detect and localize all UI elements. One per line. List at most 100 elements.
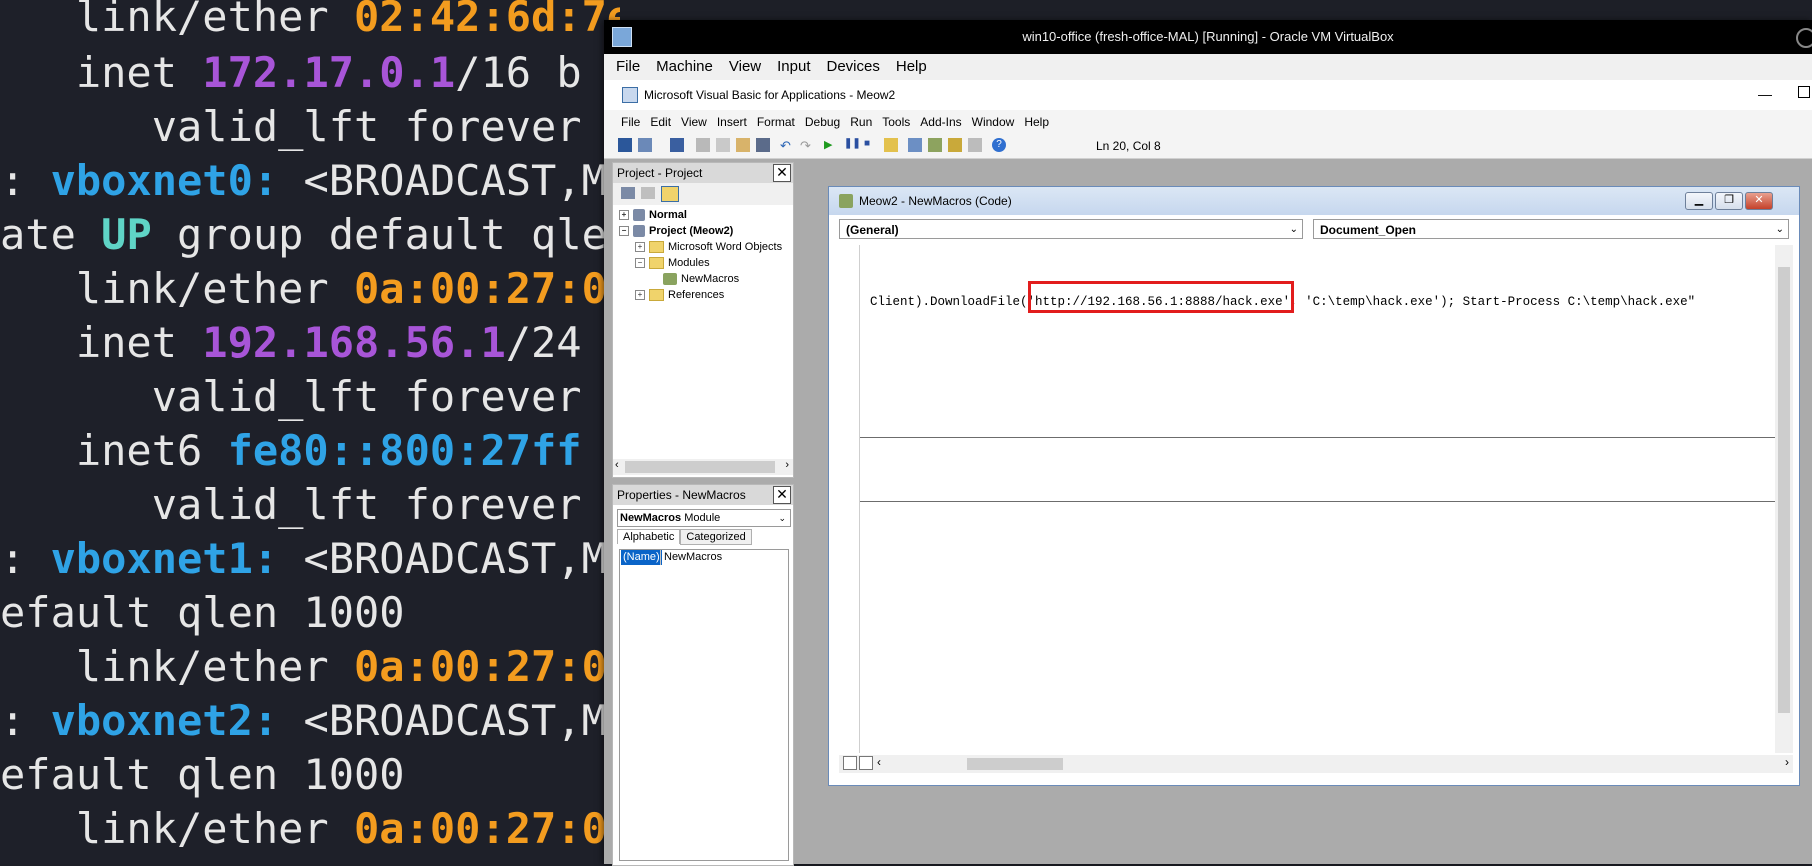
code-window-title: Meow2 - NewMacros (Code) — [859, 194, 1012, 208]
vba-menu-window[interactable]: Window — [967, 110, 1020, 134]
tree-item-newmacros[interactable]: NewMacros — [663, 271, 739, 287]
terminal-text: <BROADCAST,M — [278, 534, 607, 583]
vba-menu-run[interactable]: Run — [845, 110, 877, 134]
terminal-text: /16 b — [455, 48, 582, 97]
reset-icon[interactable]: ■ — [864, 138, 878, 152]
view-object-icon[interactable] — [641, 187, 655, 199]
design-mode-icon[interactable] — [884, 138, 898, 152]
close-icon[interactable]: ✕ — [773, 164, 791, 182]
code-window: Meow2 - NewMacros (Code) ▁ ❐ ✕ (General)… — [828, 186, 1800, 786]
object-browser-icon[interactable] — [948, 138, 962, 152]
full-module-view-icon[interactable] — [859, 756, 873, 770]
code-vertical-scrollbar[interactable] — [1775, 245, 1793, 753]
tree-item-references[interactable]: + References — [635, 287, 724, 303]
break-icon[interactable]: ❚❚ — [844, 138, 861, 152]
vba-menu-addins[interactable]: Add-Ins — [915, 110, 966, 134]
project-pane-scrollbar[interactable]: ‹ › — [613, 459, 793, 475]
chevron-down-icon[interactable]: ⌄ — [778, 510, 786, 526]
code-horizontal-scrollbar[interactable]: ‹ › — [839, 755, 1793, 773]
vba-editor: Microsoft Visual Basic for Applications … — [604, 80, 1812, 866]
view-code-icon[interactable] — [621, 187, 635, 199]
terminal-text: inet — [0, 48, 203, 97]
close-icon[interactable]: ✕ — [773, 486, 791, 504]
menu-input[interactable]: Input — [769, 54, 818, 80]
terminal-text: : — [0, 696, 51, 745]
minimize-icon[interactable]: ▁ — [1685, 192, 1713, 210]
menu-file[interactable]: File — [604, 54, 648, 80]
menu-help[interactable]: Help — [888, 54, 935, 80]
terminal-text: : — [0, 534, 51, 583]
tree-item-normal[interactable]: + Normal — [619, 207, 687, 223]
copy-icon[interactable] — [716, 138, 730, 152]
close-icon[interactable]: ✕ — [1745, 192, 1773, 210]
vba-menu-help[interactable]: Help — [1019, 110, 1054, 134]
procedure-view-icon[interactable] — [843, 756, 857, 770]
terminal-text: efault qlen 1000 — [0, 750, 405, 799]
find-icon[interactable] — [756, 138, 770, 152]
scroll-right-icon[interactable]: › — [1785, 755, 1789, 769]
tab-categorized[interactable]: Categorized — [680, 529, 752, 545]
procedure-separator — [860, 501, 1776, 502]
code-editor[interactable]: Client).DownloadFile('http://192.168.56.… — [859, 245, 1776, 753]
terminal-line: : vboxnet0: <BROADCAST,M — [0, 154, 607, 208]
menu-machine[interactable]: Machine — [648, 54, 721, 80]
undo-icon[interactable]: ↶ — [780, 138, 794, 153]
terminal-line: ate UP group default qle — [0, 208, 607, 262]
tab-alphabetic[interactable]: Alphabetic — [617, 529, 681, 544]
word-icon[interactable] — [618, 138, 632, 152]
terminal-text: 02:42:6d:7e:32:56 — [354, 0, 620, 41]
vba-menu-tools[interactable]: Tools — [877, 110, 915, 134]
vba-menu-format[interactable]: Format — [752, 110, 800, 134]
terminal-text: group default qle — [151, 210, 607, 259]
terminal-text: fe80::800:27ff — [227, 426, 582, 475]
properties-window-icon[interactable] — [928, 138, 942, 152]
scroll-right-icon[interactable]: › — [785, 459, 789, 471]
project-explorer-icon[interactable] — [908, 138, 922, 152]
restore-icon[interactable]: ❐ — [1715, 192, 1743, 210]
object-type: Module — [684, 512, 721, 524]
window-title: win10-office (fresh-office-MAL) [Running… — [1022, 29, 1394, 44]
tree-item-project-meow2[interactable]: − Project (Meow2) — [619, 223, 733, 239]
menu-view[interactable]: View — [721, 54, 769, 80]
object-selector[interactable]: NewMacros Module ⌄ — [617, 509, 791, 527]
virtualbox-titlebar[interactable]: win10-office (fresh-office-MAL) [Running… — [604, 20, 1812, 54]
terminal-text: : — [0, 156, 51, 205]
cut-icon[interactable] — [696, 138, 710, 152]
vba-menu-edit[interactable]: Edit — [645, 110, 676, 134]
tree-item-word-objects[interactable]: + Microsoft Word Objects — [635, 239, 782, 255]
toolbox-icon[interactable] — [968, 138, 982, 152]
insert-userform-icon[interactable] — [638, 138, 652, 152]
terminal-text: /24 — [505, 318, 582, 367]
tree-item-modules[interactable]: − Modules — [635, 255, 710, 271]
paste-icon[interactable] — [736, 138, 750, 152]
help-icon[interactable]: ? — [992, 138, 1006, 152]
terminal-text: vboxnet0: — [50, 156, 279, 205]
vba-menu-insert[interactable]: Insert — [712, 110, 752, 134]
scroll-thumb[interactable] — [967, 758, 1063, 770]
procedure-combo[interactable]: Document_Open ⌄ — [1313, 219, 1789, 239]
terminal-line: inet6 fe80::800:27ff — [0, 424, 582, 478]
chevron-down-icon[interactable]: ⌄ — [1290, 220, 1298, 240]
window-control-icon[interactable] — [1796, 28, 1812, 48]
property-row[interactable]: (Name) NewMacros — [620, 550, 788, 565]
property-value[interactable]: NewMacros — [660, 550, 792, 565]
menu-devices[interactable]: Devices — [819, 54, 888, 80]
run-icon[interactable]: ▶ — [824, 138, 838, 152]
vba-menu-debug[interactable]: Debug — [800, 110, 845, 134]
scroll-left-icon[interactable]: ‹ — [615, 459, 619, 471]
minimize-icon[interactable]: — — [1758, 86, 1772, 102]
scroll-thumb[interactable] — [1778, 267, 1790, 713]
vba-menu-view[interactable]: View — [676, 110, 712, 134]
maximize-icon[interactable] — [1798, 86, 1810, 98]
url-highlight-box — [1028, 281, 1294, 313]
redo-icon[interactable]: ↷ — [800, 138, 814, 153]
scroll-thumb[interactable] — [625, 461, 775, 473]
scroll-left-icon[interactable]: ‹ — [877, 755, 881, 769]
terminal-line: link/ether 0a:00:27:0 — [0, 640, 607, 694]
chevron-down-icon[interactable]: ⌄ — [1776, 220, 1784, 240]
save-icon[interactable] — [670, 138, 684, 152]
object-combo[interactable]: (General) ⌄ — [839, 219, 1303, 239]
toggle-folders-icon[interactable] — [661, 186, 679, 202]
vba-menu-file[interactable]: File — [616, 110, 645, 134]
terminal-text: 0a:00:27:0 — [354, 642, 607, 691]
